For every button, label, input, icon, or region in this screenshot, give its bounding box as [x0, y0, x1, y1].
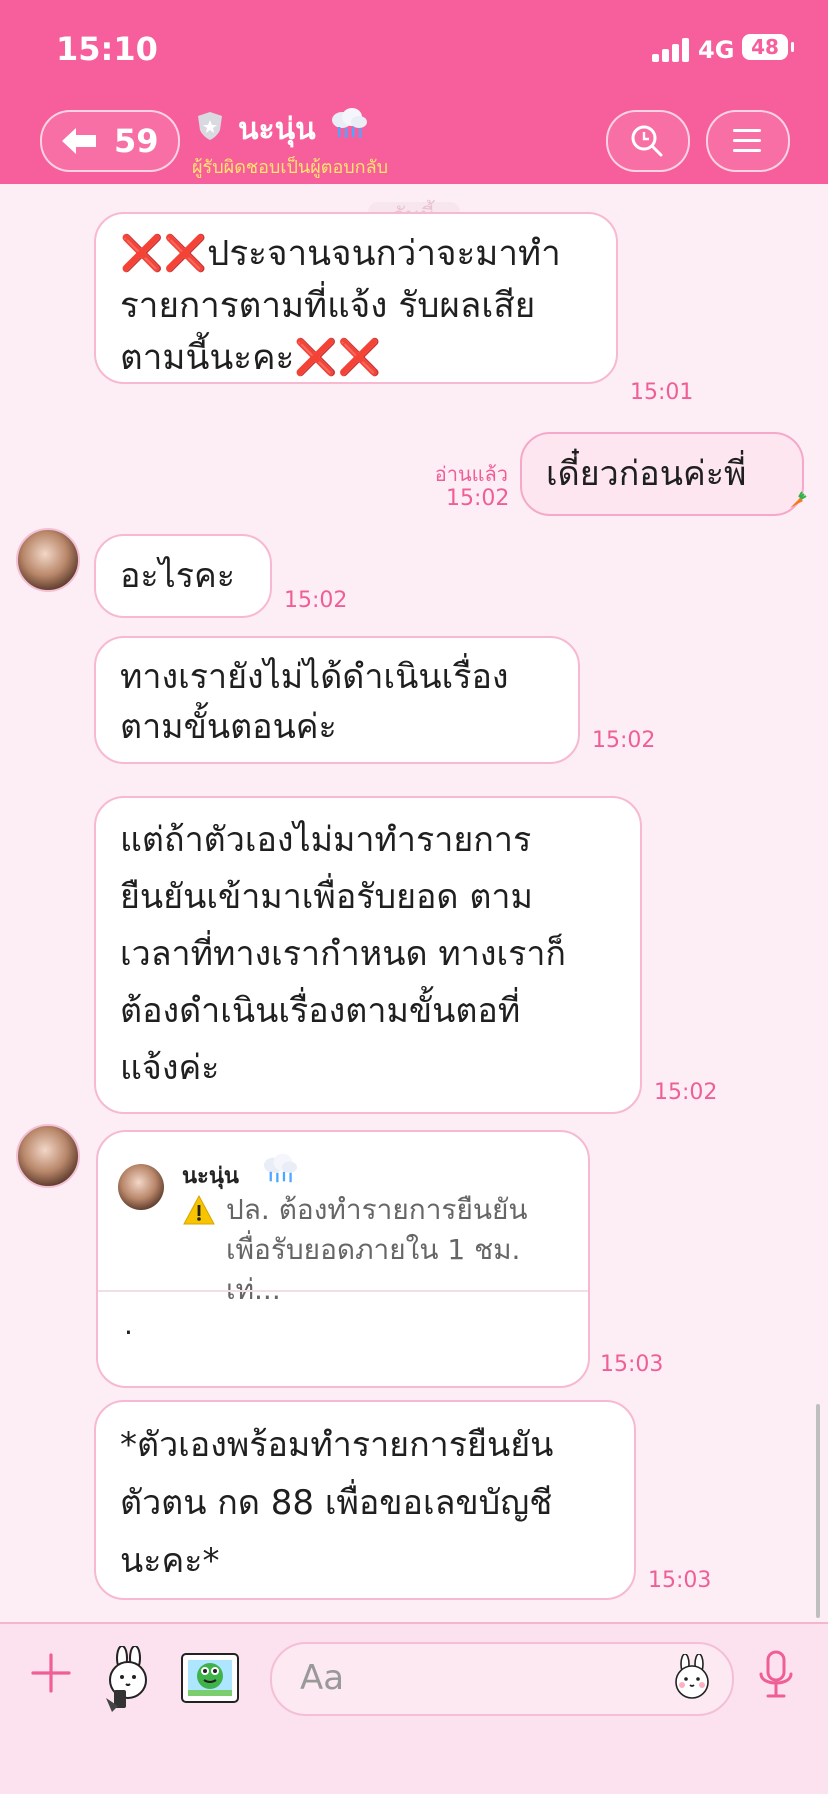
quoted-avatar	[118, 1164, 164, 1210]
avatar[interactable]	[16, 1124, 80, 1188]
chat-thread[interactable]: วันนี้ ❌❌ประจานจนกว่าจะมาทำ รายการตามที่…	[0, 184, 828, 1622]
plus-icon[interactable]	[30, 1652, 72, 1694]
message-time: 15:02	[284, 588, 348, 613]
message-input-field[interactable]	[298, 1652, 642, 1704]
emoji-icon[interactable]	[668, 1654, 716, 1702]
menu-button[interactable]	[706, 110, 790, 172]
message-time: 15:02	[592, 728, 656, 753]
message-bubble[interactable]: ❌❌ประจานจนกว่าจะมาทำ รายการตามที่แจ้ง รั…	[94, 212, 618, 384]
status-bar: 15:10 4G 48	[0, 0, 828, 96]
unread-count: 59	[114, 122, 159, 160]
microphone-icon[interactable]	[756, 1648, 796, 1702]
carrot-icon	[790, 491, 807, 508]
reply-text: .	[124, 1308, 133, 1341]
gallery-icon[interactable]	[178, 1646, 248, 1710]
search-button[interactable]	[606, 110, 690, 172]
my-message-bubble[interactable]: เดี๋ยวก่อนค่ะพี่	[520, 432, 804, 516]
rain-cloud-icon	[332, 108, 367, 138]
shield-icon	[198, 112, 222, 140]
scrollbar[interactable]	[816, 1404, 820, 1618]
avatar[interactable]	[16, 528, 80, 592]
message-time: 15:03	[648, 1568, 712, 1593]
network-label: 4G	[698, 36, 735, 64]
menu-icon	[733, 129, 761, 152]
battery-icon: 48	[742, 34, 794, 60]
chat-subtitle: ผู้รับผิดชอบเป็นผู้ตอบกลับ	[192, 157, 389, 178]
quoted-text: ปล. ต้องทำรายการยืนยัน เพื่อรับยอดภายใน …	[226, 1193, 528, 1306]
message-time: 15:02	[654, 1080, 718, 1105]
back-arrow-icon	[62, 128, 96, 154]
message-bubble[interactable]: *ตัวเองพร้อมทำรายการยืนยัน ตัวตน กด 88 เ…	[94, 1400, 636, 1600]
search-icon	[631, 125, 663, 157]
chat-title: นะนุ่น	[238, 112, 316, 147]
chat-header: 59 นะนุ่น ผู้รับผิดชอบเป็นผู้ตอบกลับ	[0, 96, 828, 184]
status-time: 15:10	[56, 30, 158, 68]
sticker-icon[interactable]	[96, 1646, 164, 1716]
message-time: 15:01	[630, 380, 694, 405]
quoted-name: นะนุ่น	[182, 1164, 239, 1189]
reply-message-bubble[interactable]: นะนุ่น ปล. ต้องทำรายการยืนยัน เพื่อรับยอ…	[96, 1130, 590, 1388]
back-button[interactable]: 59	[40, 110, 180, 172]
message-bubble[interactable]: แต่ถ้าตัวเองไม่มาทำรายการ ยืนยันเข้ามาเพ…	[94, 796, 642, 1114]
message-bubble[interactable]: อะไรคะ	[94, 534, 272, 618]
message-time: 15:02	[446, 486, 510, 511]
signal-icon	[652, 36, 692, 62]
warning-icon	[183, 1194, 215, 1225]
composer-bar	[0, 1622, 828, 1794]
message-bubble[interactable]: ทางเรายังไม่ได้ดำเนินเรื่อง ตามขั้นตอนค่…	[94, 636, 580, 764]
rain-cloud-icon	[263, 1153, 297, 1183]
message-input[interactable]	[270, 1642, 734, 1716]
divider	[98, 1290, 588, 1292]
quoted-message[interactable]: นะนุ่น ปล. ต้องทำรายการยืนยัน เพื่อรับยอ…	[118, 1148, 558, 1306]
message-time: 15:03	[600, 1352, 664, 1377]
